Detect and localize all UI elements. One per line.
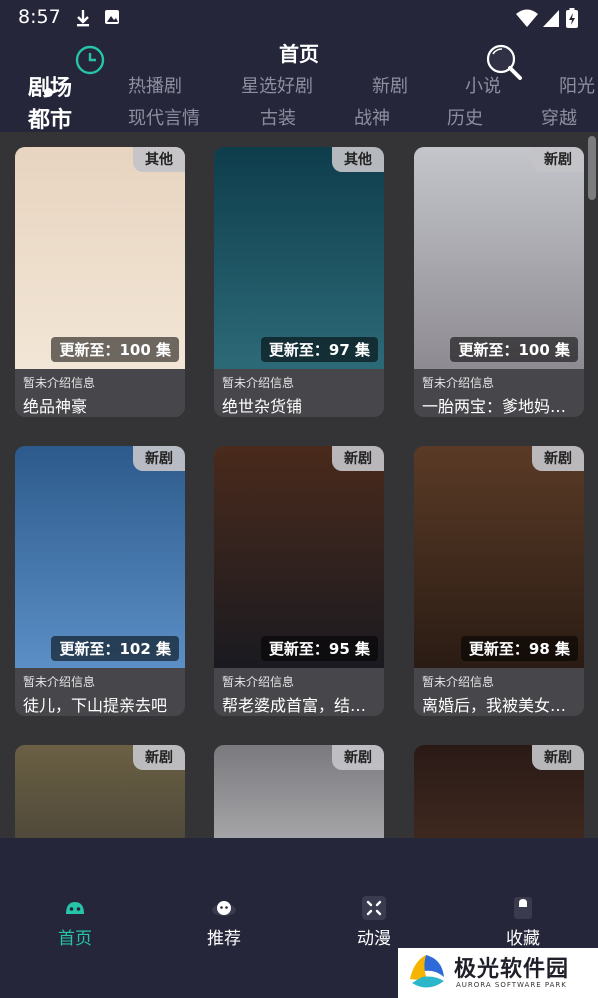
nav-label: 收藏 (506, 929, 540, 949)
drama-title: 一胎两宝：爹地妈咪快宠我 (422, 397, 578, 416)
tab-xinju[interactable]: 新剧 (372, 72, 408, 98)
watermark: 极光软件园 AURORA SOFTWARE PARK (398, 948, 598, 998)
episode-update: 更新至：100 集 (450, 337, 578, 362)
drama-card[interactable]: 新剧 更新至：102 集 暂未介绍信息 徒儿，下山提亲去吧 (15, 446, 185, 716)
watermark-text: 极光软件园 (454, 957, 570, 982)
scrollbar[interactable] (588, 136, 596, 200)
drama-title: 徒儿，下山提亲去吧 (23, 696, 168, 715)
category-badge: 其他 (332, 147, 384, 172)
tab-yangguang[interactable]: 阳光 (559, 72, 595, 98)
favorite-icon (514, 897, 532, 919)
tab-rebo[interactable]: 热播剧 (128, 72, 182, 98)
drama-card[interactable]: 新剧 更新至：95 集 暂未介绍信息 帮老婆成首富，结果她要离婚 (214, 446, 384, 716)
drama-info: 暂未介绍信息 (23, 675, 96, 689)
nav-recommend[interactable]: 推荐 (149, 838, 299, 958)
drama-card[interactable]: 新剧 (214, 745, 384, 838)
category-badge: 新剧 (532, 147, 584, 172)
category-badge: 新剧 (532, 446, 584, 471)
drama-card[interactable]: 新剧 (414, 745, 584, 838)
home-icon (66, 902, 84, 914)
drama-info: 暂未介绍信息 (23, 376, 96, 390)
wifi-icon (516, 9, 538, 27)
tab-zhanshen[interactable]: 战神 (354, 104, 390, 130)
episode-update: 更新至：97 集 (260, 337, 378, 362)
signal-icon (543, 10, 559, 27)
drama-cover (214, 446, 384, 668)
active-tab-indicator (44, 88, 53, 97)
watermark-subtext: AURORA SOFTWARE PARK (456, 981, 567, 989)
download-icon (77, 10, 89, 27)
drama-title: 离婚后，我被美女包围了 (422, 696, 578, 715)
drama-title: 绝世杂货铺 (222, 397, 303, 416)
nav-label: 推荐 (207, 929, 241, 949)
app-header: 首页 剧场 热播剧 星选好剧 新剧 小说 阳光 都市 现代言情 古装 战神 历史… (0, 36, 598, 134)
category-badge: 新剧 (133, 446, 185, 471)
nav-favorite[interactable]: 收藏 (448, 838, 598, 958)
anime-icon (362, 896, 386, 920)
drama-info: 暂未介绍信息 (422, 376, 495, 390)
tab-xingxuan[interactable]: 星选好剧 (241, 72, 313, 98)
drama-card[interactable]: 新剧 更新至：100 集 暂未介绍信息 一胎两宝：爹地妈咪快宠我 (414, 147, 584, 417)
clock-icon[interactable] (74, 44, 106, 76)
tab-lishi[interactable]: 历史 (447, 104, 483, 130)
status-bar: 8:57 (0, 0, 598, 36)
drama-info: 暂未介绍信息 (222, 376, 295, 390)
drama-cover (15, 446, 185, 668)
drama-info: 暂未介绍信息 (222, 675, 295, 689)
episode-update: 更新至：98 集 (460, 636, 578, 661)
category-badge: 其他 (133, 147, 185, 172)
nav-home[interactable]: 首页 (0, 838, 150, 958)
category-badge: 新剧 (532, 745, 584, 770)
drama-info: 暂未介绍信息 (422, 675, 495, 689)
drama-cover (414, 446, 584, 668)
episode-update: 更新至：100 集 (51, 337, 179, 362)
drama-cover (15, 147, 185, 369)
nav-label: 动漫 (357, 929, 391, 949)
nav-label: 首页 (58, 929, 92, 949)
category-badge: 新剧 (133, 745, 185, 770)
drama-card[interactable]: 其他 更新至：97 集 暂未介绍信息 绝世杂货铺 (214, 147, 384, 417)
tab-guzhuang[interactable]: 古装 (260, 104, 296, 130)
episode-update: 更新至：95 集 (260, 636, 378, 661)
aurora-logo-icon (410, 955, 444, 988)
drama-grid[interactable]: 其他 更新至：100 集 暂未介绍信息 绝品神豪 其他 更新至：97 集 暂未介… (0, 132, 598, 838)
tab-dushi[interactable]: 都市 (28, 102, 72, 134)
drama-cover (214, 147, 384, 369)
recommend-icon (212, 901, 236, 916)
drama-cover (414, 147, 584, 369)
nav-anime[interactable]: 动漫 (299, 838, 449, 958)
status-time: 8:57 (18, 6, 61, 28)
photo-icon (105, 10, 119, 24)
tab-xiaoshuo[interactable]: 小说 (465, 72, 501, 98)
drama-card[interactable]: 新剧 (15, 745, 185, 838)
tab-chuanyue[interactable]: 穿越 (541, 104, 577, 130)
episode-update: 更新至：102 集 (51, 636, 179, 661)
drama-title: 帮老婆成首富，结果她要离婚 (222, 696, 378, 715)
drama-title: 绝品神豪 (23, 397, 88, 416)
category-badge: 新剧 (332, 745, 384, 770)
battery-charging-icon (566, 8, 578, 28)
category-badge: 新剧 (332, 446, 384, 471)
tab-juchang[interactable]: 剧场 (28, 70, 72, 102)
tab-xiandaiyanqing[interactable]: 现代言情 (128, 104, 200, 130)
drama-card[interactable]: 其他 更新至：100 集 暂未介绍信息 绝品神豪 (15, 147, 185, 417)
drama-card[interactable]: 新剧 更新至：98 集 暂未介绍信息 离婚后，我被美女包围了 (414, 446, 584, 716)
